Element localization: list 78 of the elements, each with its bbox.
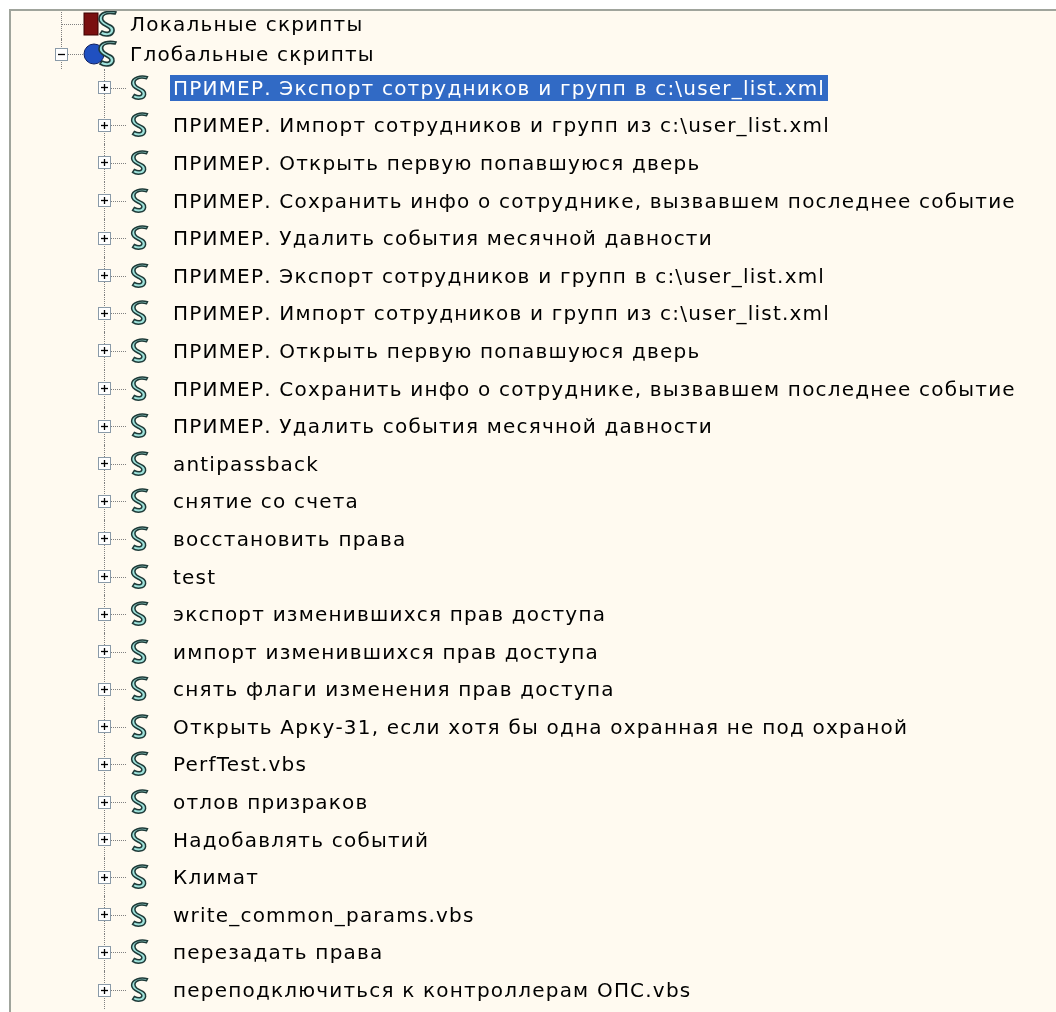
expander-button[interactable] [98,156,111,170]
expander-button[interactable] [98,457,111,471]
tree-item[interactable]: ПРИМЕР. Сохранить инфо о сотруднике, вызвавшем последнее событие [170,375,1019,402]
expander-button[interactable] [98,682,111,696]
plus-icon [100,421,109,431]
tree-item[interactable]: Локальные скрипты [127,11,367,37]
expander-button[interactable] [98,494,111,508]
expander-button[interactable] [98,194,111,208]
expander-button[interactable] [98,758,111,771]
tree-item[interactable]: Климат [170,864,263,891]
expander-button[interactable] [98,231,111,245]
expander-button[interactable] [98,983,111,997]
plus-icon [100,384,109,394]
tree-item[interactable]: перезадать права [170,939,387,966]
tree-item[interactable]: Открыть Арку-31, если хотя бы одна охранная не под охраной [170,713,912,740]
tree-item[interactable]: ПРИМЕР. Экспорт сотрудников и групп в c:\user_list.xml [170,74,829,101]
plus-icon [100,910,109,920]
expander-button[interactable] [98,645,111,659]
tree-item[interactable]: переподключиться к контроллерам ОПС.vbs [170,977,695,1004]
plus-icon [100,684,109,694]
expander-button[interactable] [98,81,111,95]
expander-button[interactable] [98,908,111,922]
expander-button[interactable] [98,306,111,320]
tree-item[interactable]: ПРИМЕР. Удалить события месячной давности [170,413,716,440]
expander-button[interactable] [98,870,111,884]
tree-item[interactable]: ПРИМЕР. Импорт сотрудников и групп из c:\user_list.xml [170,112,833,139]
tree-item[interactable]: antipassback [170,450,323,477]
plus-icon [100,947,109,957]
expander-button[interactable] [98,419,111,433]
expander-button[interactable] [98,720,111,734]
tree-item[interactable]: ПРИМЕР. Сохранить инфо о сотруднике, вызвавшем последнее событие [170,187,1019,214]
expander-button[interactable] [98,945,111,959]
plus-icon [100,459,109,469]
expander-button[interactable] [98,118,111,132]
plus-icon [100,120,109,130]
plus-icon [100,534,109,544]
tree-item[interactable]: ПРИМЕР. Импорт сотрудников и групп из c:\user_list.xml [170,300,833,327]
plus-icon [100,872,109,882]
plus-icon [100,985,109,995]
tree-item[interactable]: test [170,563,220,590]
plus-icon [100,83,109,93]
plus-icon [100,760,109,769]
plus-icon [100,233,109,243]
plus-icon [100,835,109,845]
expander-button[interactable] [98,795,111,809]
plus-icon [100,722,109,732]
tree-item[interactable]: ПРИМЕР. Открыть первую попавшуюся дверь [170,337,704,364]
tree-item[interactable]: ПРИМЕР. Открыть первую попавшуюся дверь [170,150,704,176]
tree-item[interactable]: отлов призраков [170,789,372,816]
tree-item[interactable]: импорт изменившихся прав доступа [170,638,602,665]
tree-item[interactable]: Надобавлять событий [170,826,433,853]
plus-icon [100,647,109,657]
expander-button[interactable] [98,269,111,283]
tree-item[interactable]: восстановить права [170,525,410,552]
tree-item[interactable]: ПРИМЕР. Экспорт сотрудников и групп в c:\user_list.xml [170,262,829,289]
plus-icon [100,609,109,619]
expander-button[interactable] [98,570,111,583]
tree-item[interactable]: снять флаги изменения прав доступа [170,676,618,703]
plus-icon [100,158,109,168]
tree-item[interactable]: PerfTest.vbs [170,751,310,778]
expander-button[interactable] [98,607,111,621]
plus-icon [100,496,109,506]
plus-icon [100,308,109,318]
tree-item[interactable]: write_common_params.vbs [170,901,478,928]
tree-item[interactable]: экспорт изменившихся прав доступа [170,601,610,628]
expander-button[interactable] [55,47,68,61]
expander-button[interactable] [98,344,111,358]
expander-button[interactable] [98,833,111,847]
tree-item[interactable]: Глобальные скрипты [127,41,378,67]
plus-icon [100,271,109,281]
tree-item[interactable]: снятие со счета [170,488,363,515]
plus-icon [100,196,109,206]
plus-icon [100,346,109,356]
plus-icon [100,572,109,581]
expander-button[interactable] [98,532,111,546]
plus-icon [100,797,109,807]
tree-item[interactable]: ПРИМЕР. Удалить события месячной давности [170,225,716,252]
expander-button[interactable] [98,382,111,396]
